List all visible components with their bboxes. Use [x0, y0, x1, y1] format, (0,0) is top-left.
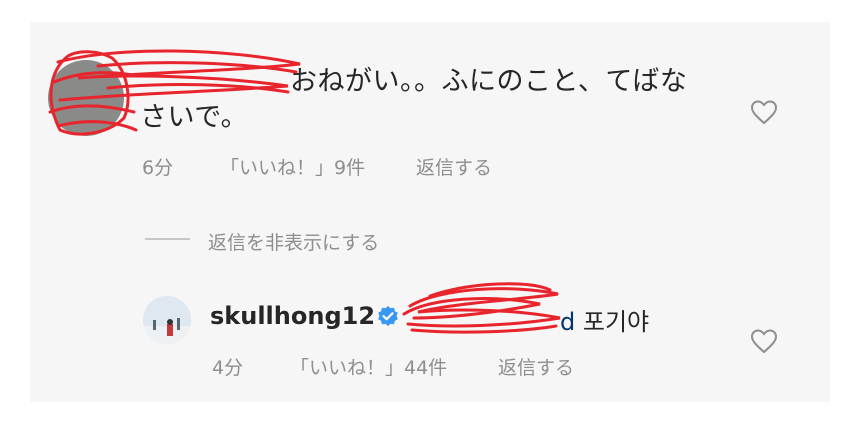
reply-button[interactable]: 返信する	[416, 153, 492, 180]
hide-replies-button[interactable]: 返信を非表示にする	[208, 228, 379, 255]
avatar[interactable]	[143, 296, 191, 344]
avatar-photo	[143, 296, 191, 344]
reply-button[interactable]: 返信する	[498, 353, 574, 380]
comment-text-line1: おねがい。。ふにのこと、てばな	[290, 66, 688, 97]
comment-text-line2: さいで。	[140, 102, 249, 133]
reply-message: 포기야	[582, 308, 650, 336]
heart-icon[interactable]	[750, 328, 778, 354]
reply-text: d 포기야	[560, 302, 649, 337]
likes-count[interactable]: 「いいね！」9件	[220, 153, 365, 180]
likes-count[interactable]: 「いいね！」44件	[290, 353, 447, 380]
comment-time: 6分	[142, 157, 174, 179]
mention-link[interactable]: d	[560, 308, 575, 336]
hide-replies-line	[145, 238, 190, 240]
avatar[interactable]	[48, 60, 124, 136]
verified-badge-icon	[378, 306, 398, 326]
heart-icon[interactable]	[750, 99, 778, 125]
username[interactable]: skullhong12	[210, 302, 375, 330]
comment-text: おねがい。。ふにのこと、てばな さいで。	[140, 64, 700, 136]
comment-time: 4分	[212, 357, 244, 379]
